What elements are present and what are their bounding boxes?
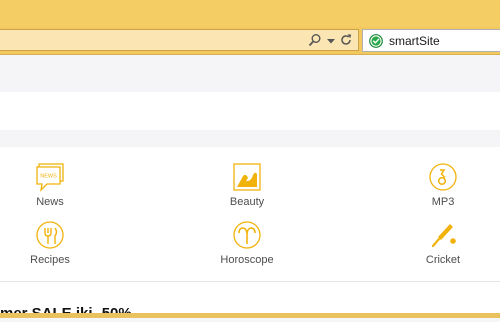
horoscope-icon [233, 221, 261, 249]
categories-panel: NEWS News Beauty MP3 Recipes Horoscope C… [0, 147, 500, 282]
browser-tab[interactable]: smartSite [362, 29, 500, 52]
news-icon: NEWS [36, 163, 64, 192]
site-favicon-icon [369, 34, 383, 48]
category-mp3[interactable]: MP3 [393, 162, 493, 208]
page-band-top [0, 55, 500, 92]
category-label: MP3 [431, 196, 455, 208]
search-icon[interactable] [308, 33, 322, 47]
category-cricket[interactable]: Cricket [393, 220, 493, 266]
dropdown-arrow-icon[interactable] [324, 34, 338, 48]
page-band-separator [0, 130, 500, 147]
category-beauty[interactable]: Beauty [197, 162, 297, 208]
category-news[interactable]: NEWS News [0, 162, 100, 208]
news-icon-text: NEWS [40, 174, 57, 180]
category-horoscope[interactable]: Horoscope [197, 220, 297, 266]
title-bar [0, 0, 500, 27]
category-label: Horoscope [220, 254, 274, 266]
refresh-icon[interactable] [339, 33, 353, 47]
category-label: News [36, 196, 64, 208]
beauty-icon [233, 163, 261, 191]
category-recipes[interactable]: Recipes [0, 220, 100, 266]
search-area [0, 92, 500, 130]
mp3-icon [429, 163, 457, 191]
address-bar[interactable] [0, 29, 359, 51]
browser-chrome: smartSite [0, 0, 500, 55]
category-label: Beauty [229, 196, 265, 208]
window-bottom-frame [0, 313, 500, 318]
tab-title: smartSite [389, 34, 440, 48]
cricket-icon [431, 224, 456, 248]
recipes-icon [36, 221, 64, 249]
category-label: Recipes [30, 254, 70, 266]
category-label: Cricket [425, 254, 461, 266]
